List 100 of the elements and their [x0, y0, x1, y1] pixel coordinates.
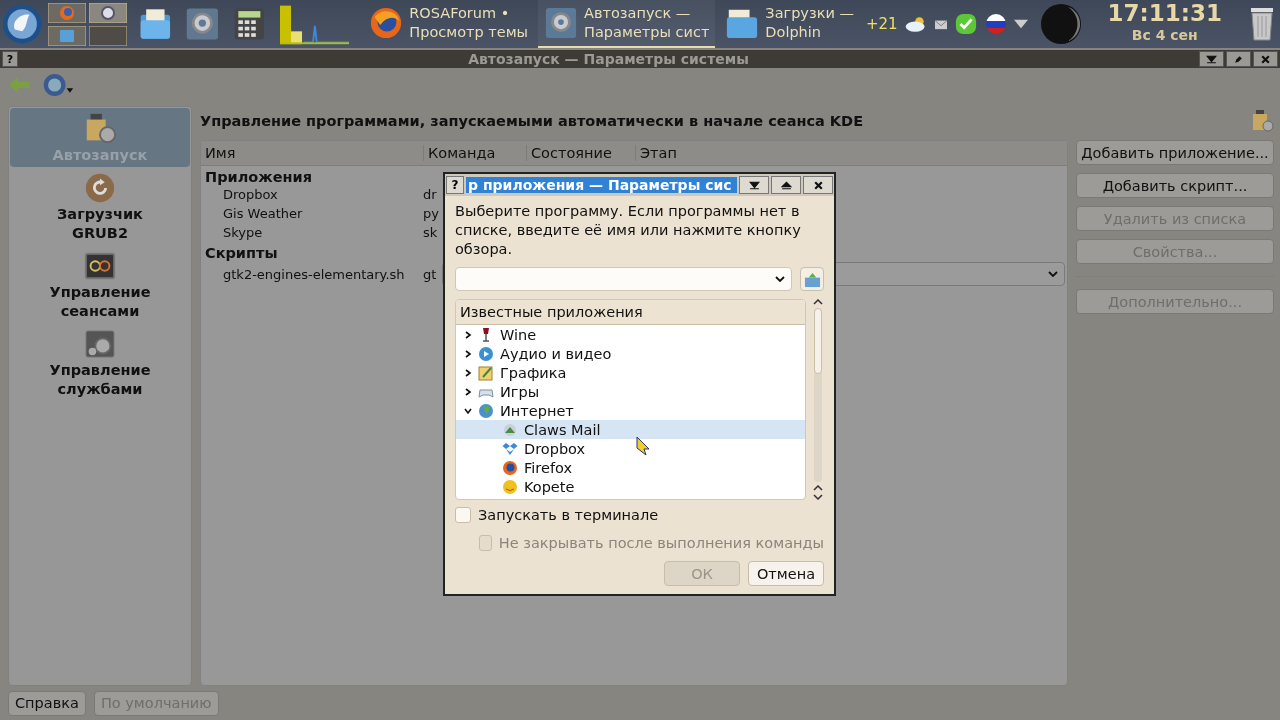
tree-item-label: Интернет: [500, 402, 574, 419]
pencil-icon: [1233, 54, 1244, 64]
tree-item-label: Аудио и видео: [500, 345, 612, 362]
tree-item-label: Claws Mail: [524, 421, 601, 438]
scroll-down-icon[interactable]: [813, 494, 823, 500]
instruction-text: Выберите программу. Если программы нет в списке, введите её имя или нажмите кнопку обзора.: [455, 202, 802, 259]
column-header[interactable]: Имя: [201, 145, 423, 161]
taskbar-task[interactable]: Загрузки — Dolphin: [719, 0, 860, 48]
task-title: Загрузки —: [765, 4, 854, 23]
maximize-button[interactable]: [1226, 51, 1251, 67]
task-title: Автозапуск —: [584, 4, 692, 23]
tree-item[interactable]: Wine: [456, 325, 805, 344]
taskbar-task[interactable]: Автозапуск — Параметры сист: [538, 0, 716, 48]
checkbox[interactable]: [455, 507, 471, 523]
chevron-down-icon[interactable]: [464, 406, 472, 415]
clock-date: Вс 4 сен: [1131, 26, 1198, 45]
minimize-button[interactable]: [739, 176, 769, 194]
clock-time[interactable]: 17:11:31: [1107, 2, 1222, 24]
caret-icon[interactable]: [1013, 18, 1028, 30]
column-header[interactable]: Состояние: [526, 145, 635, 161]
tree-item[interactable]: Игры: [456, 382, 805, 401]
tree-header: Известные приложения: [456, 300, 805, 325]
table-cell: dr: [423, 187, 437, 202]
tree-item[interactable]: Firefox: [456, 458, 805, 477]
checkbox-label: Не закрывать после выполнения команды: [498, 535, 824, 551]
action-button[interactable]: Добавить скрипт...: [1076, 173, 1274, 198]
chevron-right-icon[interactable]: [464, 330, 472, 339]
chevron-right-icon[interactable]: [464, 387, 472, 396]
sidebar-label: Загрузчик GRUB2: [56, 205, 144, 243]
scroll-up-icon[interactable]: [813, 485, 823, 491]
column-header[interactable]: Команда: [423, 145, 526, 161]
gear-window-icon: [83, 327, 117, 361]
page-heading: Управление программами, запускаемыми автоматически в начале сеанса KDE: [200, 113, 865, 129]
sidebar-item[interactable]: Загрузчик GRUB2: [10, 167, 190, 245]
task-title: ROSAForum •: [409, 4, 511, 23]
tree-item-label: Dropbox: [524, 440, 586, 457]
help-button[interactable]: ?: [446, 176, 464, 194]
close-icon: [1260, 54, 1271, 64]
refresh-icon: [83, 171, 117, 205]
group-label: Приложения: [205, 169, 312, 185]
minimize-icon: [1206, 54, 1217, 64]
tree-item[interactable]: Kopete: [456, 477, 805, 496]
moon-phase-icon: [1039, 3, 1082, 45]
box-icon: [502, 440, 518, 457]
table-cell-text: gtk2-engines-elementary.sh: [222, 266, 406, 282]
program-combo-field[interactable]: [455, 267, 792, 291]
mouse-cursor-icon: [636, 436, 650, 456]
chevron-down-icon: [775, 276, 785, 282]
tree-item[interactable]: Аудио и видео: [456, 344, 805, 363]
task-subtitle: Просмотр темы: [409, 23, 529, 42]
maximize-button[interactable]: [771, 176, 801, 194]
taskbar-task[interactable]: ROSAForum • Просмотр темы: [363, 0, 535, 48]
column-header[interactable]: Этап: [635, 145, 1067, 161]
chevron-right-icon[interactable]: [464, 368, 472, 377]
scrollbar-thumb[interactable]: [814, 308, 822, 374]
firefox-icon: [502, 459, 518, 476]
sidebar-item[interactable]: Управление службами: [10, 323, 190, 401]
tree-item[interactable]: Claws Mail: [456, 420, 805, 439]
tree-item-label: Wine: [500, 326, 537, 343]
tree-item-label: Firefox: [524, 459, 572, 476]
checkmark-icon[interactable]: [953, 13, 978, 35]
launcher-orb-icon[interactable]: [2, 2, 43, 46]
gear-icon: [544, 6, 579, 40]
footer-button[interactable]: Справка: [8, 690, 86, 716]
help-button[interactable]: ?: [2, 51, 18, 67]
help-icon[interactable]: [42, 73, 76, 97]
gear-icon[interactable]: [89, 2, 128, 23]
table-cell-text: Gis Weather: [222, 206, 304, 221]
sidebar-label: Управление службами: [48, 361, 152, 399]
checkbox-label: Запускать в терминале: [478, 507, 659, 523]
window-title: Автозапуск — Параметры системы: [467, 51, 750, 67]
tree-item-label: Kopete: [524, 478, 575, 495]
close-button[interactable]: [803, 176, 833, 194]
close-icon: [812, 180, 824, 190]
scroll-up-icon[interactable]: [813, 299, 823, 305]
table-cell: gt: [423, 266, 437, 282]
tree-item[interactable]: Графика: [456, 363, 805, 382]
task-subtitle: Параметры сист: [584, 23, 710, 42]
tree-item[interactable]: Dropbox: [456, 439, 805, 458]
table-cell: sk: [423, 225, 438, 240]
mail-icon: [502, 421, 518, 438]
minimize-button[interactable]: [1199, 51, 1224, 67]
minimize-icon: [748, 180, 760, 190]
trash-can-icon[interactable]: [1248, 5, 1276, 43]
firefox-icon[interactable]: [48, 2, 87, 23]
dialog-title: р приложения — Параметры сис: [466, 177, 737, 193]
chevron-right-icon[interactable]: [464, 349, 472, 358]
sidebar-item[interactable]: Управление сеансами: [10, 245, 190, 323]
headphones-icon: [478, 345, 494, 362]
tree-item[interactable]: Интернет: [456, 401, 805, 420]
envelope-icon[interactable]: [933, 18, 948, 30]
scrollbar[interactable]: [812, 299, 824, 500]
table-cell-text: Skype: [222, 225, 264, 240]
close-button[interactable]: [1253, 51, 1278, 67]
dialog-button[interactable]: Отмена: [748, 561, 824, 586]
eject-icon: [780, 180, 792, 190]
tree-item-label: Графика: [500, 364, 567, 381]
chevron-down-icon: [1048, 271, 1058, 277]
action-button[interactable]: Добавить приложение...: [1076, 140, 1274, 165]
temperature-text: +21: [865, 15, 898, 33]
